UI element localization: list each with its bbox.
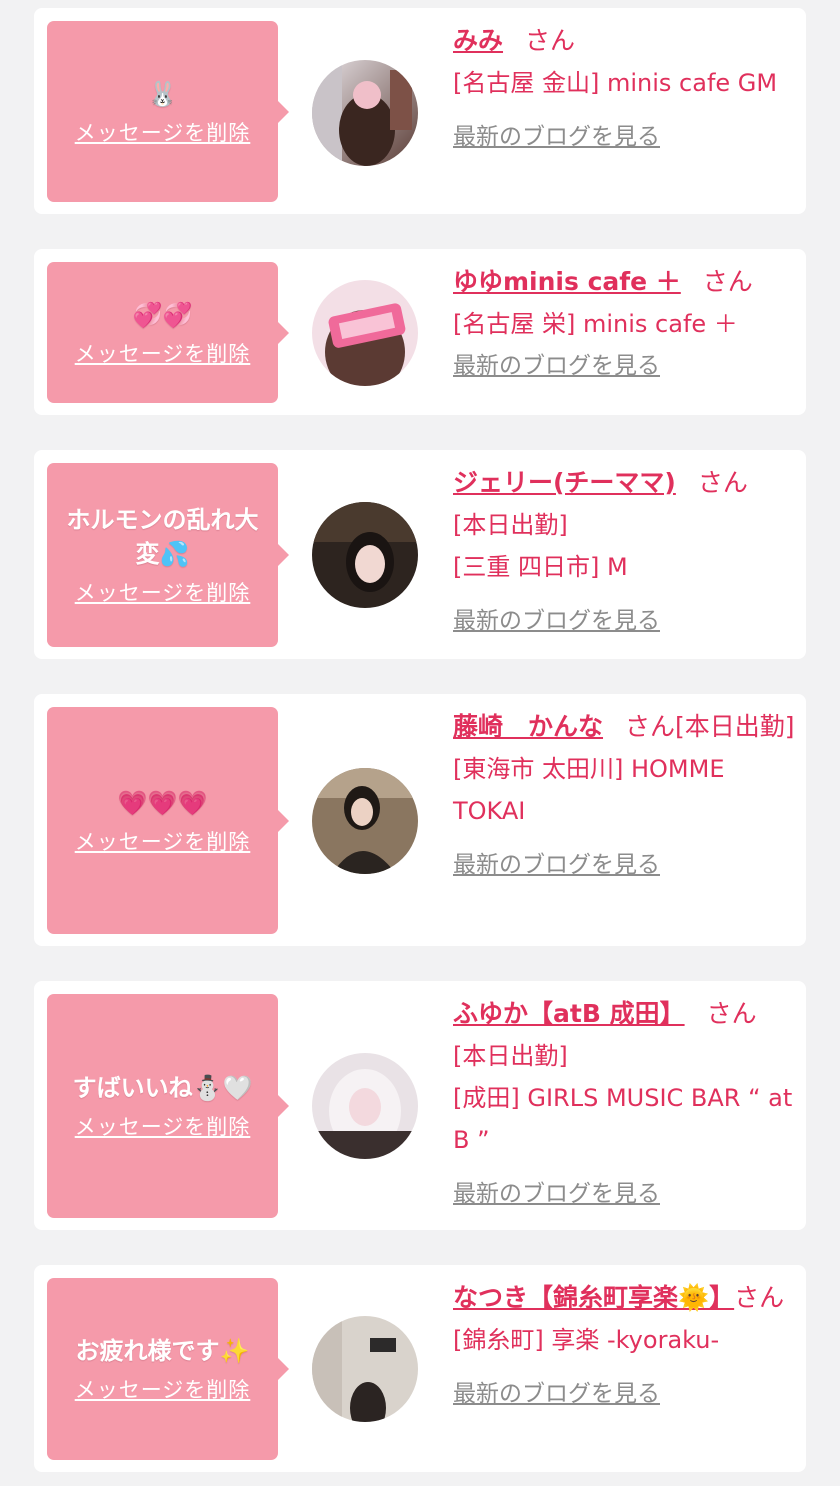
- message-card: すばいいね⛄🤍 メッセージを削除 ふゆか【atB 成田】 さん [本日出勤] [成…: [34, 981, 806, 1230]
- delete-message-link[interactable]: メッセージを削除: [75, 117, 251, 147]
- message-text: ホルモンの乱れ大変💦: [66, 506, 259, 568]
- message-text: すばいいね⛄🤍: [72, 1074, 253, 1102]
- san-label: さん: [625, 712, 676, 741]
- latest-blog-link[interactable]: 最新のブログを見る: [453, 844, 798, 886]
- working-today-label: [本日出勤]: [453, 1042, 568, 1070]
- avatar[interactable]: [312, 280, 418, 386]
- profile-name-link[interactable]: なつき【錦糸町享楽🌞】: [453, 1283, 734, 1312]
- message-text: 💗💗💗: [117, 788, 208, 817]
- latest-blog-link[interactable]: 最新のブログを見る: [453, 345, 798, 387]
- delete-message-link[interactable]: メッセージを削除: [75, 826, 251, 856]
- message-card: 🐰 メッセージを削除 みみ さん [名古屋 金山] minis cafe GM 最…: [34, 8, 806, 214]
- message-bubble: 💞💞 メッセージを削除: [47, 262, 278, 403]
- latest-blog-link[interactable]: 最新のブログを見る: [453, 1373, 798, 1415]
- shop-info: [三重 四日市] M: [453, 553, 628, 581]
- profile-info: ふゆか【atB 成田】 さん [本日出勤] [成田] GIRLS MUSIC BA…: [453, 993, 798, 1215]
- avatar[interactable]: [312, 1316, 418, 1422]
- delete-message-link[interactable]: メッセージを削除: [75, 577, 251, 607]
- message-bubble: すばいいね⛄🤍 メッセージを削除: [47, 994, 278, 1218]
- san-label: さん: [525, 26, 576, 55]
- delete-message-link[interactable]: メッセージを削除: [75, 1374, 251, 1404]
- message-text: 💞💞: [132, 300, 193, 329]
- shop-info: [錦糸町] 享楽 -kyoraku-: [453, 1326, 720, 1354]
- san-label: さん: [734, 1283, 785, 1312]
- message-bubble: 🐰 メッセージを削除: [47, 21, 278, 202]
- avatar[interactable]: [312, 502, 418, 608]
- san-label: さん: [697, 468, 748, 497]
- avatar[interactable]: [312, 768, 418, 874]
- avatar-photo: [312, 1316, 418, 1422]
- message-bubble: ホルモンの乱れ大変💦 メッセージを削除: [47, 463, 278, 647]
- san-label: さん: [706, 999, 757, 1028]
- message-text: お疲れ様です✨: [75, 1337, 250, 1365]
- profile-info: 藤崎 かんな さん[本日出勤] [東海市 太田川] HOMME TOKAI 最新の…: [453, 706, 798, 886]
- san-label: さん: [702, 267, 753, 296]
- latest-blog-link[interactable]: 最新のブログを見る: [453, 600, 798, 642]
- message-bubble: 💗💗💗 メッセージを削除: [47, 707, 278, 934]
- delete-message-link[interactable]: メッセージを削除: [75, 1111, 251, 1141]
- message-card: お疲れ様です✨ メッセージを削除 なつき【錦糸町享楽🌞】さん [錦糸町] 享楽 …: [34, 1265, 806, 1472]
- avatar-photo: [312, 1053, 418, 1159]
- profile-name-link[interactable]: ふゆか【atB 成田】: [453, 999, 685, 1028]
- shop-info: [名古屋 金山] minis cafe GM: [453, 69, 778, 97]
- message-card: 💞💞 メッセージを削除 ゆゆminis cafe ＋ さん [名古屋 栄] min…: [34, 249, 806, 415]
- working-today-label: [本日出勤]: [453, 511, 568, 539]
- profile-info: ゆゆminis cafe ＋ さん [名古屋 栄] minis cafe ＋ 最新…: [453, 261, 798, 387]
- profile-info: なつき【錦糸町享楽🌞】さん [錦糸町] 享楽 -kyoraku- 最新のブログを…: [453, 1277, 798, 1415]
- profile-name-link[interactable]: 藤崎 かんな: [453, 712, 603, 741]
- latest-blog-link[interactable]: 最新のブログを見る: [453, 1173, 798, 1215]
- avatar-photo: [312, 502, 418, 608]
- avatar[interactable]: [312, 60, 418, 166]
- profile-name-link[interactable]: ゆゆminis cafe ＋: [453, 267, 681, 296]
- delete-message-link[interactable]: メッセージを削除: [75, 338, 251, 368]
- latest-blog-link[interactable]: 最新のブログを見る: [453, 116, 798, 158]
- avatar-photo: [312, 60, 418, 166]
- message-card: ホルモンの乱れ大変💦 メッセージを削除 ジェリー(チーママ) さん [本日出勤] …: [34, 450, 806, 659]
- avatar[interactable]: [312, 1053, 418, 1159]
- working-today-label: [本日出勤]: [675, 712, 795, 741]
- avatar-photo: [312, 768, 418, 874]
- shop-info: [東海市 太田川] HOMME TOKAI: [453, 755, 725, 825]
- message-text: 🐰: [147, 79, 178, 108]
- profile-name-link[interactable]: ジェリー(チーママ): [453, 468, 676, 497]
- profile-info: ジェリー(チーママ) さん [本日出勤] [三重 四日市] M 最新のブログを見る: [453, 462, 798, 642]
- avatar-photo: [312, 280, 418, 386]
- profile-info: みみ さん [名古屋 金山] minis cafe GM 最新のブログを見る: [453, 20, 798, 158]
- message-bubble: お疲れ様です✨ メッセージを削除: [47, 1278, 278, 1460]
- shop-info: [名古屋 栄] minis cafe ＋: [453, 310, 738, 338]
- message-card: 💗💗💗 メッセージを削除 藤崎 かんな さん[本日出勤] [東海市 太田川] HO…: [34, 694, 806, 946]
- shop-info: [成田] GIRLS MUSIC BAR “ at B ”: [453, 1084, 793, 1154]
- profile-name-link[interactable]: みみ: [453, 26, 503, 55]
